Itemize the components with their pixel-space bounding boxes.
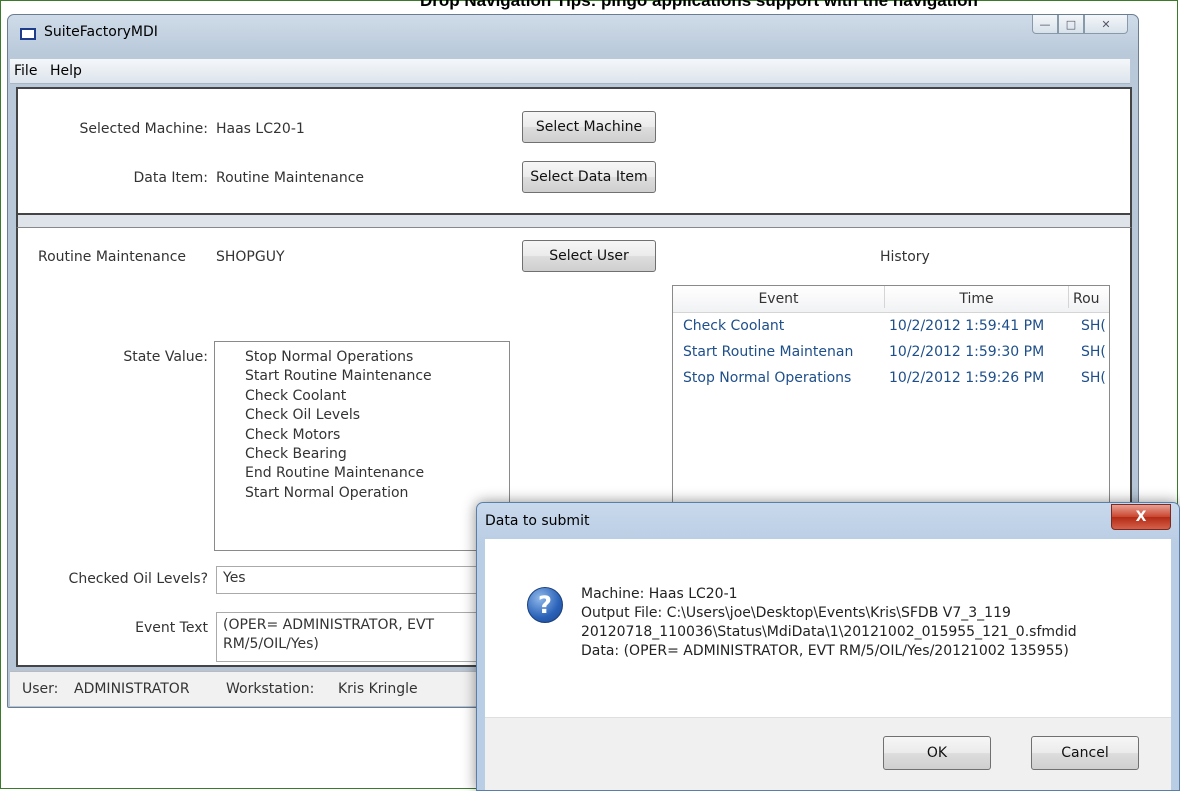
ok-button[interactable]: OK <box>883 736 991 770</box>
column-header-routine[interactable]: Rou <box>1069 286 1109 308</box>
history-cell-event: Start Routine Maintenan <box>683 344 854 360</box>
table-row[interactable]: Check Coolant 10/2/2012 1:59:41 PM SH( <box>673 314 1109 338</box>
app-window-icon <box>20 28 36 40</box>
status-workstation-label: Workstation: <box>226 681 315 697</box>
window-controls: — □ ✕ <box>1032 15 1128 34</box>
title-bar[interactable]: SuiteFactoryMDI — □ ✕ <box>8 15 1138 55</box>
data-item-label: Data Item: <box>133 170 208 186</box>
dialog-line-output-path: 20120718_110036\Status\MdiData\1\2012100… <box>581 624 1077 640</box>
menu-bar: File Help <box>10 59 1130 84</box>
table-row[interactable]: Start Routine Maintenan 10/2/2012 1:59:3… <box>673 340 1109 364</box>
dialog-footer: OK Cancel <box>485 717 1171 790</box>
history-cell-event: Stop Normal Operations <box>683 370 852 386</box>
data-item-value: Routine Maintenance <box>216 170 365 186</box>
data-to-submit-dialog: Data to submit X ? Machine: Haas LC20-1 … <box>476 502 1180 791</box>
dialog-body: ? Machine: Haas LC20-1 Output File: C:\U… <box>485 539 1171 717</box>
status-user-value: ADMINISTRATOR <box>74 681 190 697</box>
list-item[interactable]: Check Bearing <box>245 445 509 464</box>
history-cell-event: Check Coolant <box>683 318 785 334</box>
window-title: SuiteFactoryMDI <box>44 24 158 40</box>
dialog-line-machine: Machine: Haas LC20-1 <box>581 586 738 602</box>
history-cell-routine: SH( <box>1081 370 1106 386</box>
dialog-title: Data to submit <box>485 513 590 529</box>
cancel-button[interactable]: Cancel <box>1031 736 1139 770</box>
list-item[interactable]: Check Coolant <box>245 387 509 406</box>
machine-selection-panel: Selected Machine: Haas LC20-1 Select Mac… <box>16 87 1132 215</box>
maximize-button[interactable]: □ <box>1058 15 1084 34</box>
status-workstation-value: Kris Kringle <box>338 681 418 697</box>
dialog-line-data: Data: (OPER= ADMINISTRATOR, EVT RM/5/OIL… <box>581 643 1069 659</box>
dialog-line-output-file: Output File: C:\Users\joe\Desktop\Events… <box>581 605 1011 621</box>
list-item[interactable]: Check Oil Levels <box>245 406 509 425</box>
routine-user-value: SHOPGUY <box>216 249 285 265</box>
state-value-listbox[interactable]: Stop Normal Operations Start Routine Mai… <box>214 341 510 551</box>
column-header-event[interactable]: Event <box>673 286 885 308</box>
history-cell-time: 10/2/2012 1:59:26 PM <box>889 370 1045 386</box>
checked-oil-levels-label: Checked Oil Levels? <box>68 571 208 587</box>
select-data-item-button[interactable]: Select Data Item <box>522 161 656 193</box>
question-icon: ? <box>527 587 563 623</box>
minimize-button[interactable]: — <box>1032 15 1058 34</box>
column-header-time[interactable]: Time <box>885 286 1069 308</box>
history-title: History <box>880 249 930 265</box>
list-item[interactable]: Check Motors <box>245 426 509 445</box>
history-cell-routine: SH( <box>1081 318 1106 334</box>
history-cell-time: 10/2/2012 1:59:41 PM <box>889 318 1045 334</box>
history-grid-header: Event Time Rou <box>673 286 1109 313</box>
event-text-line-1: (OPER= ADMINISTRATOR, EVT <box>223 617 435 633</box>
menu-help[interactable]: Help <box>50 63 82 79</box>
close-window-button[interactable]: ✕ <box>1084 15 1128 34</box>
list-item[interactable]: Start Normal Operation <box>245 484 509 503</box>
selected-machine-value: Haas LC20-1 <box>216 121 305 137</box>
dialog-message: Machine: Haas LC20-1 Output File: C:\Use… <box>581 585 1077 661</box>
event-text-field[interactable]: (OPER= ADMINISTRATOR, EVT RM/5/OIL/Yes) <box>216 612 516 662</box>
history-cell-time: 10/2/2012 1:59:30 PM <box>889 344 1045 360</box>
list-item[interactable]: Start Routine Maintenance <box>245 367 509 386</box>
checked-oil-levels-field[interactable]: Yes <box>216 566 516 594</box>
dialog-close-button[interactable]: X <box>1111 504 1171 530</box>
selected-machine-label: Selected Machine: <box>79 121 208 137</box>
list-item[interactable]: Stop Normal Operations <box>245 348 509 367</box>
state-value-label: State Value: <box>123 349 208 365</box>
page-caption: Drop Navigation Tips: pingo applications… <box>420 0 978 10</box>
menu-file[interactable]: File <box>14 63 37 79</box>
select-user-button[interactable]: Select User <box>522 240 656 272</box>
table-row[interactable]: Stop Normal Operations 10/2/2012 1:59:26… <box>673 366 1109 390</box>
status-user-label: User: <box>22 681 59 697</box>
history-cell-routine: SH( <box>1081 344 1106 360</box>
routine-maintenance-label: Routine Maintenance <box>38 249 187 265</box>
list-item[interactable]: End Routine Maintenance <box>245 464 509 483</box>
select-machine-button[interactable]: Select Machine <box>522 111 656 143</box>
event-text-label: Event Text <box>135 620 208 636</box>
event-text-line-2: RM/5/OIL/Yes) <box>223 636 319 652</box>
